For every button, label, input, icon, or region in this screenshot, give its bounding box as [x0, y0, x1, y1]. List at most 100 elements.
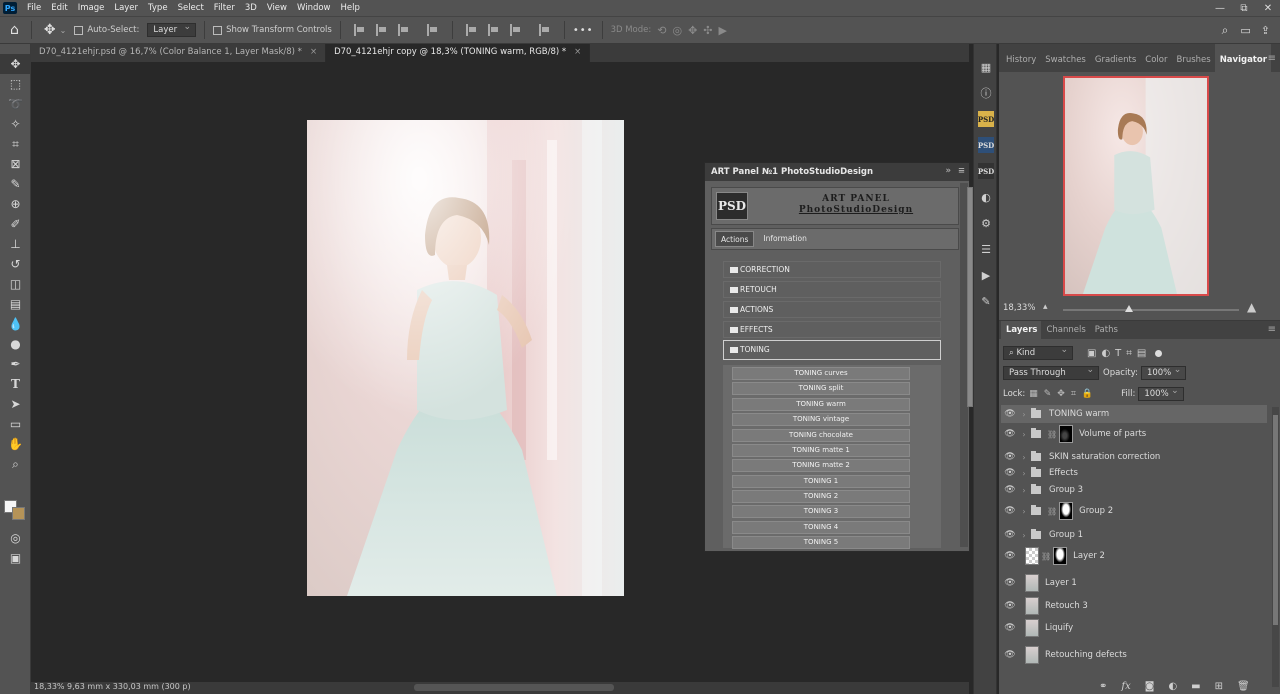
type-tool-icon[interactable]: T: [0, 374, 31, 394]
brush-settings-icon[interactable]: ✎: [974, 288, 998, 314]
toning-3-button[interactable]: TONING 3: [732, 505, 910, 518]
expand-chevron-icon[interactable]: ›: [1019, 507, 1029, 516]
properties-icon[interactable]: ⚙: [974, 210, 998, 236]
new-group-icon[interactable]: ▬: [1191, 681, 1200, 692]
navigator-zoom-value[interactable]: 18,33%: [1003, 303, 1035, 313]
navigator-preview[interactable]: [1063, 76, 1209, 296]
toning-5-button[interactable]: TONING 5: [732, 536, 910, 549]
brand-link[interactable]: PhotoStudioDesign: [756, 205, 956, 215]
pen-tool-icon[interactable]: ✒: [0, 354, 31, 374]
visibility-eye-icon[interactable]: 👁: [1001, 409, 1019, 419]
shape-tool-icon[interactable]: ▭: [0, 414, 31, 434]
close-tab-icon[interactable]: ×: [310, 47, 317, 57]
layer-row[interactable]: 👁 › Group 1: [1001, 526, 1267, 544]
folder-actions[interactable]: ACTIONS: [723, 301, 941, 318]
tab-paths[interactable]: Paths: [1090, 321, 1122, 339]
art-panel-scrollbar[interactable]: [960, 183, 973, 547]
filter-toggle-icon[interactable]: [1155, 349, 1163, 357]
layer-row[interactable]: 👁 › Effects: [1001, 464, 1267, 482]
play-actions-icon[interactable]: ▶: [974, 262, 998, 288]
layer-mask-thumbnail[interactable]: [1053, 547, 1068, 565]
lock-icons[interactable]: ▦✎✥⌗🔒: [1029, 389, 1099, 399]
align-top-icon[interactable]: [465, 24, 478, 36]
share-icon[interactable]: ⇪: [1261, 24, 1270, 37]
show-transform-checkbox[interactable]: [213, 25, 223, 35]
expand-chevron-icon[interactable]: ›: [1019, 531, 1029, 540]
fill-field[interactable]: 100%: [1138, 386, 1184, 401]
visibility-eye-icon[interactable]: 👁: [1001, 551, 1019, 561]
psd-plugin-2-icon[interactable]: PSD: [974, 132, 998, 158]
tab-layers[interactable]: Layers: [1001, 321, 1042, 339]
toning-1-button[interactable]: TONING 1: [732, 475, 910, 488]
new-layer-icon[interactable]: ⊞: [1215, 681, 1223, 692]
blur-tool-icon[interactable]: 💧: [0, 314, 31, 334]
layer-row[interactable]: 👁 Layer 1: [1001, 574, 1267, 592]
visibility-eye-icon[interactable]: 👁: [1001, 429, 1019, 439]
minimize-button[interactable]: —: [1208, 3, 1232, 14]
tab-navigator[interactable]: Navigator: [1214, 44, 1271, 72]
tab-history[interactable]: History: [1001, 44, 1040, 72]
menu-help[interactable]: Help: [337, 3, 366, 13]
toning-chocolate-button[interactable]: TONING chocolate: [732, 429, 910, 442]
folder-retouch[interactable]: RETOUCH: [723, 281, 941, 298]
align-left-icon[interactable]: [353, 24, 366, 36]
crop-tool-icon[interactable]: ⌗: [0, 134, 31, 154]
frame-tool-icon[interactable]: ⊠: [0, 154, 31, 174]
expand-chevron-icon[interactable]: ›: [1019, 430, 1029, 439]
zoom-slider-knob[interactable]: [1125, 305, 1133, 312]
align-middle-icon[interactable]: [487, 24, 500, 36]
search-icon[interactable]: ⌕: [1222, 23, 1229, 38]
toning-vintage-button[interactable]: TONING vintage: [732, 413, 910, 426]
layer-row[interactable]: 👁 › ⛓ Volume of parts: [1001, 425, 1267, 443]
align-right-icon[interactable]: [397, 24, 410, 36]
tab-channels[interactable]: Channels: [1041, 321, 1089, 339]
workspace-icon[interactable]: ▭: [1240, 24, 1250, 37]
tool-preset-chevron-icon[interactable]: ⌄: [60, 26, 67, 35]
menu-filter[interactable]: Filter: [210, 3, 241, 13]
layer-mask-thumbnail[interactable]: [1059, 425, 1074, 443]
filter-type-icons[interactable]: ▣◐T⌗▤: [1087, 348, 1151, 359]
distribute-v-icon[interactable]: [538, 24, 551, 36]
tab-brushes[interactable]: Brushes: [1172, 44, 1215, 72]
layers-scrollbar[interactable]: [1272, 407, 1279, 687]
zoom-tool-icon[interactable]: ⌕: [0, 454, 31, 474]
menu-edit[interactable]: Edit: [47, 3, 73, 13]
align-center-h-icon[interactable]: [375, 24, 388, 36]
expand-chevron-icon[interactable]: ›: [1019, 469, 1029, 478]
expand-chevron-icon[interactable]: ›: [1019, 410, 1029, 419]
toning-matte-1-button[interactable]: TONING matte 1: [732, 444, 910, 457]
history-brush-tool-icon[interactable]: ↺: [0, 254, 31, 274]
layer-row[interactable]: 👁 Retouch 3: [1001, 597, 1267, 615]
tab-swatches[interactable]: Swatches: [1040, 44, 1090, 72]
menu-layer[interactable]: Layer: [110, 3, 144, 13]
adjustments-icon[interactable]: ◐: [974, 184, 998, 210]
layer-row[interactable]: 👁 › ⛓ Group 2: [1001, 502, 1267, 520]
zoom-slider[interactable]: [1063, 305, 1239, 312]
histogram-icon[interactable]: ▦: [974, 54, 998, 80]
layer-thumbnail[interactable]: [1025, 574, 1039, 592]
visibility-eye-icon[interactable]: 👁: [1001, 650, 1019, 660]
tab-color[interactable]: Color: [1140, 44, 1171, 72]
background-color-swatch[interactable]: [12, 507, 25, 520]
zoom-out-icon[interactable]: ▴: [1043, 302, 1048, 312]
doc-tab-2[interactable]: D70_4121ehjr copy @ 18,3% (TONING warm, …: [326, 44, 591, 62]
gradient-tool-icon[interactable]: ▤: [0, 294, 31, 314]
fx-icon[interactable]: fx: [1121, 681, 1130, 692]
toning-4-button[interactable]: TONING 4: [732, 521, 910, 534]
visibility-eye-icon[interactable]: 👁: [1001, 601, 1019, 611]
collapse-icon[interactable]: »: [946, 166, 952, 176]
visibility-eye-icon[interactable]: 👁: [1001, 452, 1019, 462]
brush-tool-icon[interactable]: ✐: [0, 214, 31, 234]
panel-menu-icon[interactable]: ≡: [1268, 53, 1276, 64]
toning-split-button[interactable]: TONING split: [732, 382, 910, 395]
magic-wand-tool-icon[interactable]: ✧: [0, 114, 31, 134]
home-icon[interactable]: ⌂: [10, 22, 19, 38]
screen-mode-icon[interactable]: ▣: [0, 548, 31, 568]
toning-warm-button[interactable]: TONING warm: [732, 398, 910, 411]
visibility-eye-icon[interactable]: 👁: [1001, 468, 1019, 478]
visibility-eye-icon[interactable]: 👁: [1001, 485, 1019, 495]
move-tool-icon[interactable]: ✥: [44, 22, 56, 38]
scroll-thumb[interactable]: [1273, 415, 1278, 625]
move-tool-icon[interactable]: ✥: [0, 54, 31, 74]
visibility-eye-icon[interactable]: 👁: [1001, 578, 1019, 588]
